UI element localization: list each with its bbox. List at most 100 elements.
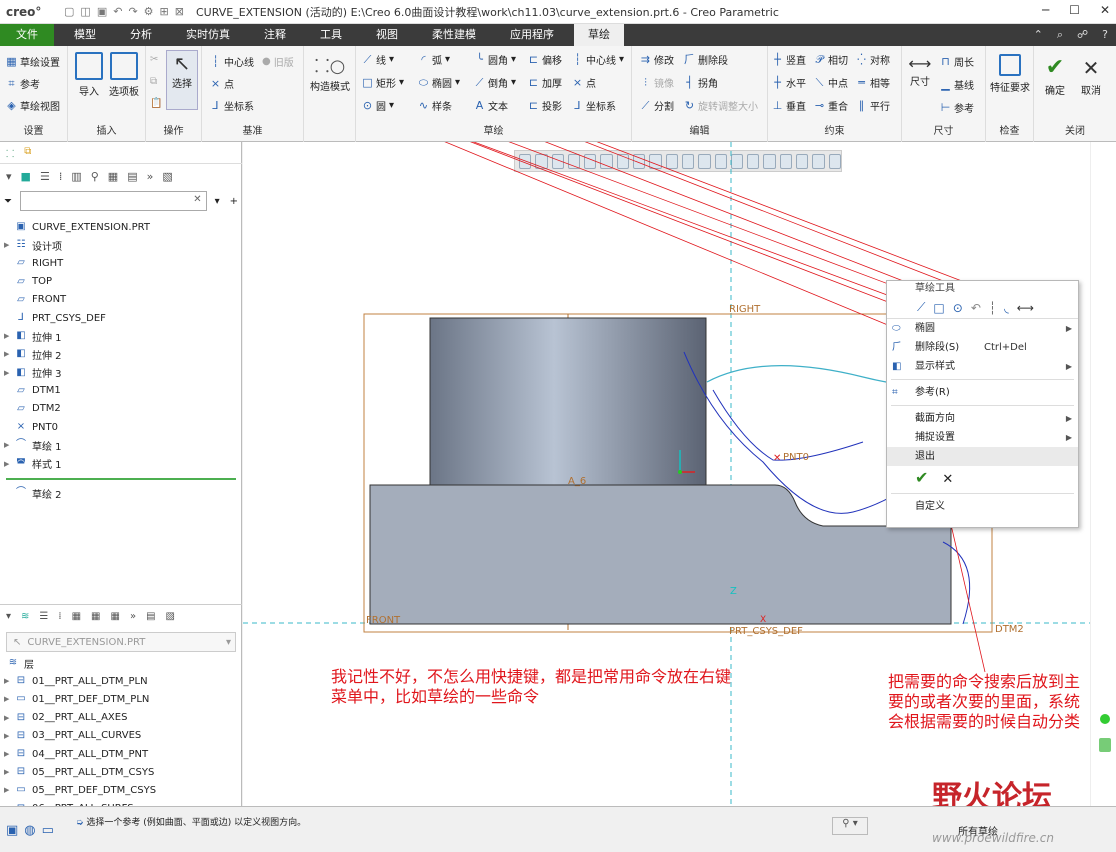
layer-view-3-icon[interactable]: ▦ — [110, 611, 119, 622]
show-icon[interactable]: ▦ — [108, 170, 118, 183]
line-button[interactable]: ⟋ 线 ▾ — [362, 52, 394, 67]
rectangle-button[interactable]: □ 矩形 ▾ — [362, 75, 404, 90]
expand-icon[interactable]: ▶ — [4, 768, 12, 776]
tree-item-root[interactable]: ▣ CURVE_EXTENSION.PRT — [0, 218, 242, 236]
notes-icon[interactable]: ▧ — [162, 170, 172, 183]
more-icon[interactable]: » — [130, 611, 136, 622]
feature-requirements-button[interactable]: 特征要求 — [986, 54, 1034, 94]
legacy-button[interactable]: ● 旧版 — [262, 54, 294, 69]
menu-item-customize[interactable]: 自定义 — [887, 497, 1078, 516]
list-icon[interactable]: ☰ — [40, 170, 50, 183]
model-tree-tab-icon[interactable]: ⸬ — [6, 146, 14, 160]
line-icon[interactable]: ⟋ — [917, 300, 925, 315]
tree-item[interactable]: × PNT0 — [0, 418, 242, 436]
layer-item[interactable]: ▶ ▭ 01__PRT_DEF_DTM_PLN — [0, 690, 242, 708]
list-icon[interactable]: ☰ — [39, 611, 48, 622]
tree-item[interactable]: ▱ TOP — [0, 273, 242, 291]
divide-button[interactable]: ⟋ 分割 — [640, 98, 674, 113]
notes-icon[interactable]: ▧ — [166, 611, 175, 622]
arc-button[interactable]: ◜ 弧 ▾ — [418, 52, 450, 67]
centerline-icon[interactable]: ┆ — [989, 301, 996, 315]
offset-button[interactable]: ⊏ 偏移 — [528, 52, 562, 67]
tab-view[interactable]: 视图 — [362, 24, 412, 46]
layers-icon[interactable]: ≋ — [21, 611, 29, 622]
circle-button[interactable]: ⊙ 圆 ▾ — [362, 98, 394, 113]
menu-item-display-style[interactable]: ◧ 显示样式 ▶ — [887, 357, 1078, 376]
navigator-toggle-icon[interactable]: ▣ — [6, 823, 18, 838]
coincident-constraint-button[interactable]: ⊸ 重合 — [814, 98, 848, 113]
arc-icon[interactable]: ↶ — [971, 301, 981, 315]
tab-analysis[interactable]: 分析 — [116, 24, 166, 46]
parallel-constraint-button[interactable]: ∥ 平行 — [856, 98, 890, 113]
help-icon[interactable]: ? — [1102, 28, 1108, 42]
layer-item[interactable]: ▶ ⊟ 03__PRT_ALL_CURVES — [0, 727, 242, 745]
collapse-icon[interactable]: ▾ — [6, 170, 12, 183]
pnt0-marker[interactable]: ✕ — [773, 453, 781, 464]
tree-item[interactable]: ▱ DTM1 — [0, 382, 242, 400]
project-button[interactable]: ⊏ 投影 — [528, 98, 562, 113]
tree-search-input[interactable]: ✕ — [20, 191, 207, 211]
sketch-view-button[interactable]: ◈ 草绘视图 — [6, 98, 60, 113]
dimension-icon[interactable]: ⟷ — [1017, 301, 1034, 315]
modify-button[interactable]: ⇉ 修改 — [640, 52, 674, 67]
cut-icon[interactable]: ✂ — [150, 54, 158, 65]
tab-flexible-modeling[interactable]: 柔性建模 — [418, 24, 490, 46]
layer-item[interactable]: ▶ ⊟ 02__PRT_ALL_AXES — [0, 709, 242, 727]
expand-icon[interactable]: ▶ — [4, 695, 12, 703]
cancel-button[interactable]: ✕ 取消 — [1074, 54, 1108, 97]
tab-file[interactable]: 文件 — [0, 24, 54, 46]
more-icon[interactable]: » — [147, 170, 154, 183]
perpendicular-constraint-button[interactable]: ⊥ 垂直 — [772, 98, 806, 113]
equal-constraint-button[interactable]: ═ 相等 — [856, 75, 890, 90]
regen-icon[interactable] — [1099, 738, 1111, 752]
layer-item[interactable]: ▶ ⊟ 05__PRT_ALL_DTM_CSYS — [0, 763, 242, 781]
windows-icon[interactable]: ⊞ — [160, 5, 169, 18]
tree-item[interactable]: ▱ FRONT — [0, 291, 242, 309]
add-icon[interactable]: + — [230, 196, 238, 207]
expand-icon[interactable]: ▶ — [4, 369, 12, 377]
settings-icon[interactable]: ▤ — [127, 170, 137, 183]
minimize-button[interactable]: ─ — [1042, 3, 1049, 17]
tree-item[interactable]: ▶ ◧ 拉伸 3 — [0, 364, 242, 382]
chamfer-button[interactable]: ⟋ 倒角 ▾ — [474, 75, 516, 90]
expand-icon[interactable]: ▶ — [4, 677, 12, 685]
rectangle-icon[interactable]: □ — [933, 301, 944, 315]
group-title-setup[interactable]: 设置 — [0, 122, 67, 137]
thicken-button[interactable]: ⊏ 加厚 — [528, 75, 562, 90]
tree-icon[interactable]: ■ — [21, 170, 31, 183]
expand-icon[interactable]: ▶ — [4, 750, 12, 758]
menu-item-section-orientation[interactable]: 截面方向 ▶ — [887, 409, 1078, 428]
layout-icon[interactable]: ▥ — [71, 170, 81, 183]
layer-root[interactable]: ≋ 层 — [0, 654, 242, 672]
tree-item[interactable]: ▱ RIGHT — [0, 254, 242, 272]
layer-view-icon[interactable]: ▦ — [72, 611, 81, 622]
group-title-inspect[interactable]: 检查 — [986, 122, 1033, 137]
regenerate-icon[interactable]: ⚙ — [144, 5, 154, 18]
fullscreen-icon[interactable]: ▭ — [42, 823, 54, 838]
collapse-ribbon-icon[interactable]: ⌃ — [1034, 28, 1043, 42]
centerline-button[interactable]: ┆ 中心线 ▾ — [572, 52, 624, 67]
copy-icon[interactable]: ⧉ — [150, 76, 157, 87]
new-icon[interactable]: ▢ — [64, 5, 74, 18]
redo-icon[interactable]: ↷ — [128, 5, 137, 18]
point-button[interactable]: × 点 — [572, 75, 596, 90]
tree-item[interactable]: ▶ ⌒ 草绘 1 — [0, 436, 242, 454]
expand-icon[interactable]: ▶ — [4, 714, 12, 722]
perimeter-button[interactable]: ⊓ 周长 — [940, 54, 974, 69]
tab-live-simulation[interactable]: 实时仿真 — [172, 24, 244, 46]
save-icon[interactable]: ▣ — [97, 5, 107, 18]
folder-browser-tab-icon[interactable]: ⧉ — [24, 146, 31, 159]
fillet-button[interactable]: ╰ 圆角 ▾ — [474, 52, 516, 67]
columns-icon[interactable]: ⁞ — [59, 170, 63, 183]
tree-item[interactable]: ▶ ◧ 拉伸 1 — [0, 327, 242, 345]
select-button[interactable]: ↖ 选择 — [166, 50, 198, 110]
expand-icon[interactable]: ▶ — [4, 460, 12, 468]
community-icon[interactable]: ☍ — [1077, 28, 1088, 42]
tab-model[interactable]: 模型 — [60, 24, 110, 46]
search-icon[interactable]: ⌕ — [1057, 28, 1063, 42]
expand-icon[interactable]: ▶ — [4, 732, 12, 740]
delete-segment-button[interactable]: ⺁删除段 — [684, 52, 728, 67]
layer-model-select[interactable]: ↖ CURVE_EXTENSION.PRT ▾ — [6, 632, 236, 652]
layer-settings-icon[interactable]: ▤ — [146, 611, 155, 622]
group-title-constrain[interactable]: 约束 — [768, 122, 901, 137]
